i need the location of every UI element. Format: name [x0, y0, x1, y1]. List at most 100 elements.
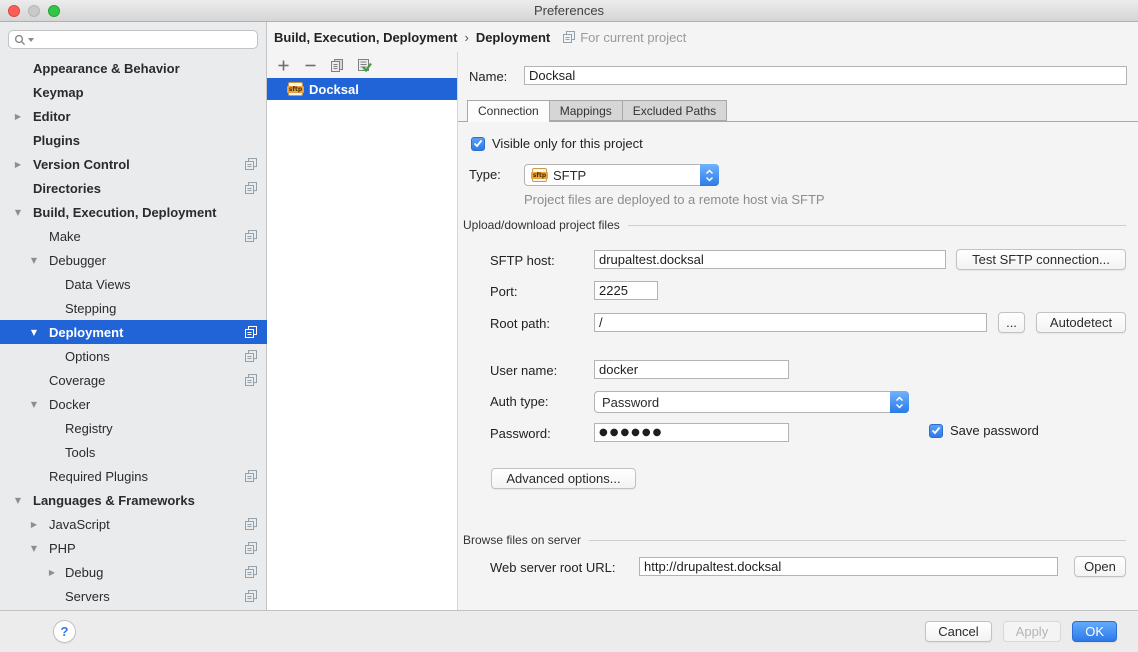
chevron-collapsed-icon[interactable]: ▶ — [12, 160, 24, 169]
chevron-expanded-icon[interactable]: ▼ — [28, 400, 40, 409]
advanced-options-button[interactable]: Advanced options... — [491, 468, 636, 489]
sidebar-item-keymap[interactable]: Keymap — [0, 80, 267, 104]
sidebar-item-editor[interactable]: ▶Editor — [0, 104, 267, 128]
sidebar-item-javascript[interactable]: ▶ JavaScript — [0, 512, 267, 536]
sidebar-item-directories[interactable]: Directories — [0, 176, 267, 200]
tab-excluded-paths[interactable]: Excluded Paths — [623, 100, 727, 121]
tab-connection[interactable]: Connection — [467, 100, 550, 122]
sidebar-item-docker[interactable]: ▼Docker — [0, 392, 267, 416]
tab-bar: Connection Mappings Excluded Paths — [467, 100, 727, 122]
breadcrumb-section[interactable]: Build, Execution, Deployment — [274, 30, 457, 45]
search-field[interactable] — [36, 32, 252, 47]
sidebar-item-build-execution-deployment[interactable]: ▼Build, Execution, Deployment — [0, 200, 267, 224]
project-scope-icon — [245, 350, 257, 362]
sidebar-item-coverage[interactable]: Coverage — [0, 368, 267, 392]
sidebar-item-label: Appearance & Behavior — [33, 61, 180, 76]
remove-icon[interactable] — [302, 57, 318, 73]
dropdown-stepper-icon[interactable] — [700, 164, 719, 186]
sftp-file-icon: sftp — [288, 82, 303, 96]
sidebar-item-version-control[interactable]: ▶ Version Control — [0, 152, 267, 176]
sidebar-item-plugins[interactable]: Plugins — [0, 128, 267, 152]
breadcrumb-page: Deployment — [476, 30, 550, 45]
auth-type-dropdown[interactable]: Password — [594, 391, 909, 413]
password-field[interactable] — [594, 423, 789, 442]
sidebar-item-debug[interactable]: ▶Debug — [0, 560, 267, 584]
sftp-host-label: SFTP host: — [490, 253, 555, 268]
add-icon[interactable] — [275, 57, 291, 73]
sidebar-item-label: Options — [65, 349, 110, 364]
sidebar-item-debugger[interactable]: ▼ Debugger — [0, 248, 267, 272]
root-path-field[interactable] — [594, 313, 987, 332]
test-sftp-connection-button[interactable]: Test SFTP connection... — [956, 249, 1126, 270]
copy-icon[interactable] — [329, 57, 345, 73]
sidebar-item-options[interactable]: Options — [0, 344, 267, 368]
user-name-label: User name: — [490, 363, 557, 378]
chevron-expanded-icon[interactable]: ▼ — [12, 496, 24, 505]
sidebar-item-required-plugins[interactable]: Required Plugins — [0, 464, 267, 488]
chevron-expanded-icon[interactable]: ▼ — [28, 256, 40, 265]
sidebar-item-label: Version Control — [33, 157, 130, 172]
sidebar-item-label: JavaScript — [49, 517, 110, 532]
web-root-field[interactable] — [639, 557, 1058, 576]
cancel-button[interactable]: Cancel — [925, 621, 991, 642]
checkbox-checked-icon[interactable] — [929, 424, 943, 438]
sidebar-item-appearance-behavior[interactable]: Appearance & Behavior — [0, 56, 267, 80]
sidebar-item-label: Required Plugins — [49, 469, 148, 484]
port-field[interactable] — [594, 281, 658, 300]
save-password-checkbox[interactable]: Save password — [929, 423, 1039, 438]
upload-group-header: Upload/download project files — [463, 218, 1126, 232]
chevron-collapsed-icon[interactable]: ▶ — [12, 112, 24, 121]
checkbox-checked-icon[interactable] — [471, 137, 485, 151]
scope-indicator: For current project — [563, 30, 686, 45]
search-icon — [14, 34, 26, 46]
scope-label: For current project — [580, 30, 686, 45]
autodetect-button[interactable]: Autodetect — [1036, 312, 1126, 333]
open-button[interactable]: Open — [1074, 556, 1126, 577]
server-list-item-docksal[interactable]: sftp Docksal — [267, 78, 457, 100]
name-field[interactable] — [524, 66, 1127, 85]
project-scope-icon — [245, 158, 257, 170]
sidebar-item-make[interactable]: Make — [0, 224, 267, 248]
use-as-default-icon[interactable] — [356, 57, 372, 73]
sidebar-item-deployment[interactable]: ▼Deployment — [0, 320, 267, 344]
help-button[interactable]: ? — [53, 620, 76, 643]
chevron-expanded-icon[interactable]: ▼ — [28, 544, 40, 553]
sidebar-item-php[interactable]: ▼PHP — [0, 536, 267, 560]
type-dropdown[interactable]: sftp SFTP — [524, 164, 719, 186]
project-scope-icon — [563, 31, 575, 43]
dropdown-stepper-icon[interactable] — [890, 391, 909, 413]
browse-root-path-button[interactable]: ... — [998, 312, 1025, 333]
chevron-collapsed-icon[interactable]: ▶ — [28, 520, 40, 529]
type-label: Type: — [469, 167, 501, 182]
project-scope-icon — [245, 182, 257, 194]
deployment-settings-panel: Name: Connection Mappings Excluded Paths… — [457, 52, 1138, 610]
sidebar-item-label: Coverage — [49, 373, 105, 388]
chevron-collapsed-icon[interactable]: ▶ — [46, 568, 58, 577]
sidebar-item-languages-frameworks[interactable]: ▼Languages & Frameworks — [0, 488, 267, 512]
sidebar-item-label: Registry — [65, 421, 113, 436]
sidebar-item-data-views[interactable]: Data Views — [0, 272, 267, 296]
chevron-expanded-icon[interactable]: ▼ — [12, 208, 24, 217]
zoom-button[interactable] — [48, 5, 60, 17]
tab-mappings[interactable]: Mappings — [550, 100, 623, 121]
visible-only-checkbox[interactable]: Visible only for this project — [471, 136, 643, 151]
sidebar-item-label: Debugger — [49, 253, 106, 268]
user-name-field[interactable] — [594, 360, 789, 379]
settings-tree: Appearance & Behavior Keymap ▶EditorPlugin… — [0, 56, 267, 608]
sidebar-item-label: Make — [49, 229, 81, 244]
sidebar-item-servers[interactable]: Servers — [0, 584, 267, 608]
apply-button[interactable]: Apply — [1003, 621, 1062, 642]
search-options-icon[interactable] — [28, 38, 34, 42]
ok-button[interactable]: OK — [1072, 621, 1117, 642]
chevron-expanded-icon[interactable]: ▼ — [28, 328, 40, 337]
sidebar-item-tools[interactable]: Tools — [0, 440, 267, 464]
search-input[interactable] — [8, 30, 258, 49]
sidebar-item-label: Keymap — [33, 85, 84, 100]
name-label: Name: — [469, 69, 507, 84]
sidebar-item-registry[interactable]: Registry — [0, 416, 267, 440]
sidebar-item-stepping[interactable]: Stepping — [0, 296, 267, 320]
sftp-host-field[interactable] — [594, 250, 946, 269]
port-label: Port: — [490, 284, 517, 299]
server-name: Docksal — [309, 82, 359, 97]
close-button[interactable] — [8, 5, 20, 17]
